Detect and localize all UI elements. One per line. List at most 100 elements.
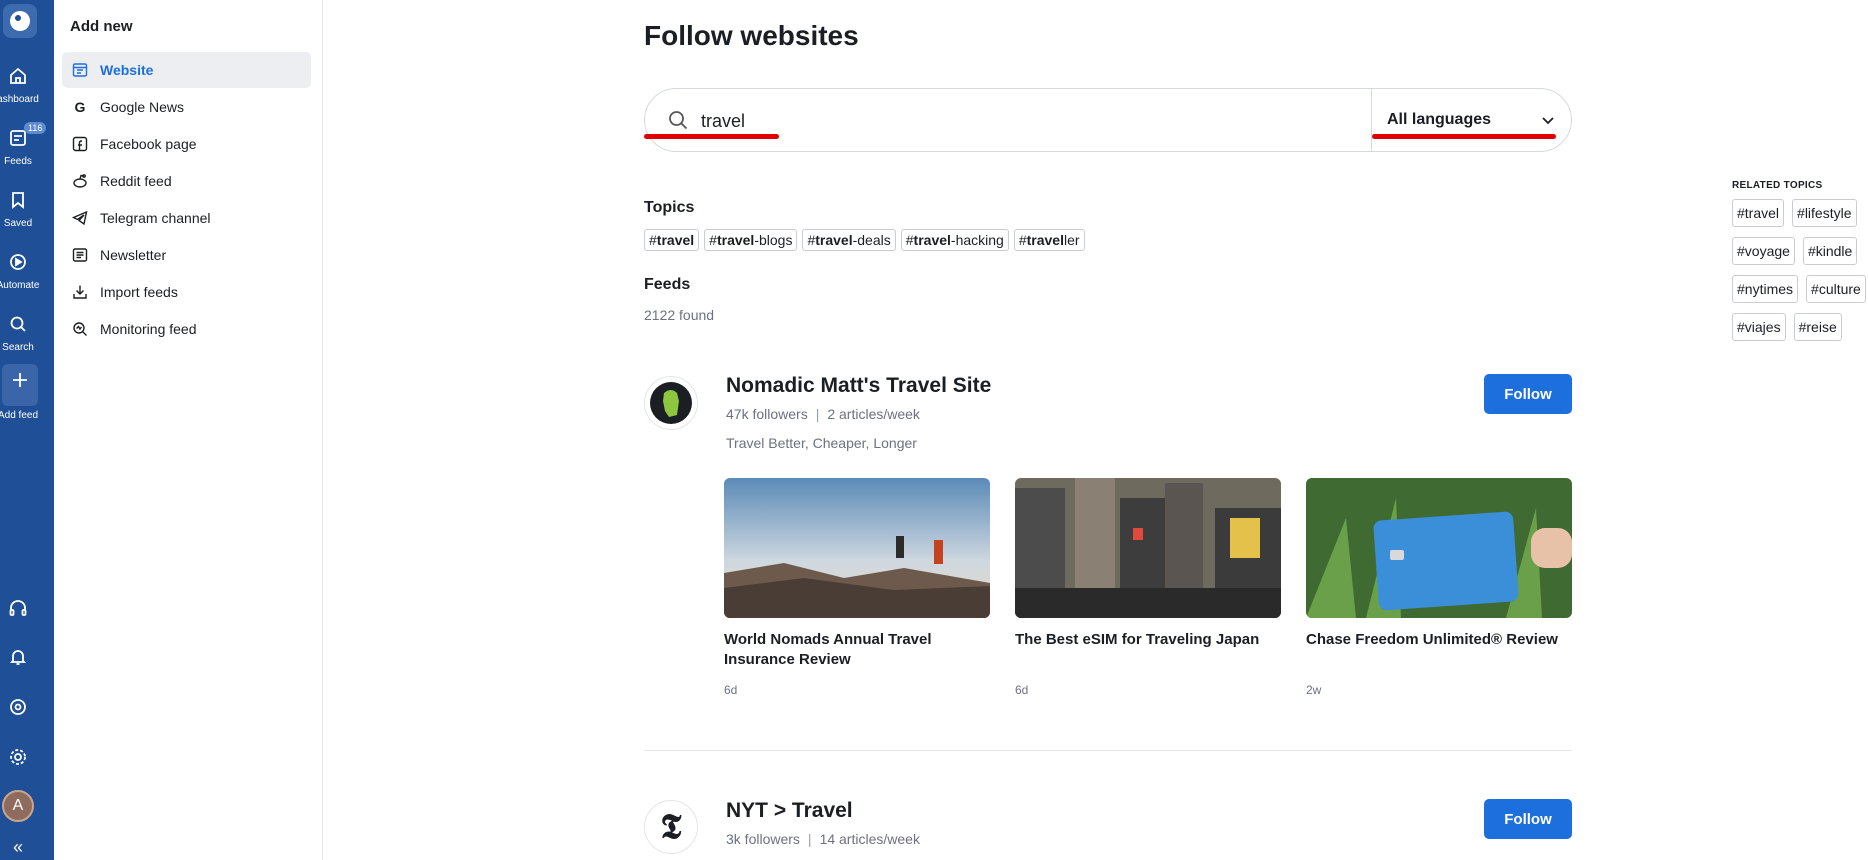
results-count: 2122 found [644,307,715,323]
plus-icon [13,373,27,387]
article-thumbnail [1015,478,1281,618]
feed-title[interactable]: NYT > Travel [726,799,853,823]
rail-item-feeds[interactable]: 116 Feeds [0,122,54,174]
feed-stats: 3k followers | 14 articles/week [726,831,920,847]
collapse-sidebar-icon[interactable]: « [0,834,36,860]
monitoring-icon [72,321,88,337]
related-topic-chip[interactable]: #voyage [1732,237,1795,265]
topic-chip[interactable]: #traveller [1013,229,1085,251]
rail-item-add-feed[interactable] [2,364,38,406]
rail-label-add-feed: Add feed [0,410,39,421]
related-topic-chip[interactable]: #culture [1806,275,1866,303]
rail-label: ashboard [0,94,39,105]
facebook-icon [72,136,88,152]
bookmark-icon [12,192,24,209]
annotation-underline-language [1372,134,1556,139]
topics-list: #travel #travel-blogs #travel-deals #tra… [644,229,1085,251]
article-thumbnail [1306,478,1572,618]
headphones-icon[interactable] [8,598,28,618]
follow-button[interactable]: Follow [1484,374,1572,414]
feed-avatar[interactable]: 𝕿 [644,800,698,854]
feeds-count-badge: 116 [24,122,47,134]
related-topic-chip[interactable]: #reise [1793,313,1842,341]
menu-item-newsletter[interactable]: Newsletter [62,237,311,273]
menu-item-google-news[interactable]: G Google News [62,89,311,125]
article-age: 6d [1015,683,1029,697]
article-age: 6d [724,683,738,697]
menu-item-label: Facebook page [100,136,197,152]
related-topics: RELATED TOPICS #travel #lifestyle #voyag… [1732,180,1868,341]
chevron-down-icon [1542,117,1554,125]
topic-chip[interactable]: #travel-hacking [900,229,1009,251]
rail-item-automate[interactable]: Automate [0,246,54,298]
related-topic-chip[interactable]: #lifestyle [1792,199,1857,227]
article-title: Chase Freedom Unlimited® Review [1306,631,1558,648]
help-circle-icon[interactable] [8,697,28,717]
feed-title[interactable]: Nomadic Matt's Travel Site [726,374,991,398]
menu-item-label: Google News [100,99,185,115]
related-topic-chip[interactable]: #nytimes [1732,275,1799,303]
feed-avatar[interactable] [644,376,698,430]
language-select[interactable]: All languages [1371,89,1573,151]
nyt-logo-icon: 𝕿 [660,807,682,847]
topics-heading: Topics [644,199,695,216]
language-select-value: All languages [1387,111,1492,128]
bell-icon[interactable] [8,647,28,667]
home-icon [10,67,26,84]
user-avatar[interactable]: A [2,790,34,822]
rail-label: Feeds [4,156,32,167]
newsletter-icon [72,247,88,263]
related-topic-chip[interactable]: #viajes [1732,313,1786,341]
article-card[interactable]: The Best eSIM for Traveling Japan [1015,478,1281,650]
article-title: World Nomads Annual Travel Insurance Rev… [724,631,932,668]
related-topic-chip[interactable]: #travel [1732,199,1785,227]
article-card[interactable]: World Nomads Annual Travel Insurance Rev… [724,478,990,670]
left-rail: ashboard 116 Feeds Saved Automate Search… [0,0,54,860]
topic-chip[interactable]: #travel-blogs [704,229,798,251]
menu-item-label: Import feeds [100,284,178,300]
gear-icon[interactable] [8,747,28,767]
nomadic-matt-logo-icon [650,382,692,424]
rail-label: Saved [3,218,33,229]
menu-item-label: Monitoring feed [100,321,197,337]
topic-chip[interactable]: #travel-deals [802,229,896,251]
search-icon [10,316,26,332]
rail-label: Automate [0,280,40,291]
menu-item-website[interactable]: Website [62,52,311,88]
feeds-heading: Feeds [644,276,691,293]
feed-stats: 47k followers | 2 articles/week [726,406,920,422]
follow-button[interactable]: Follow [1484,799,1572,839]
add-new-panel: Add new Website G Google News Facebook p… [54,0,323,860]
search-input[interactable] [701,107,1301,135]
feed-divider [644,750,1572,751]
menu-item-import-feeds[interactable]: Import feeds [62,274,311,310]
related-topics-list: #travel #lifestyle #voyage #kindle #nyti… [1732,199,1868,341]
menu-item-monitoring-feed[interactable]: Monitoring feed [62,311,311,347]
article-title: The Best eSIM for Traveling Japan [1015,631,1260,648]
search-icon [669,111,688,130]
article-thumbnail [724,478,990,618]
related-topic-chip[interactable]: #kindle [1802,237,1858,265]
annotation-underline-search [644,134,779,139]
menu-item-label: Newsletter [100,247,167,263]
menu-item-telegram-channel[interactable]: Telegram channel [62,200,311,236]
app-logo-icon[interactable] [3,4,37,38]
rail-label: Search [2,342,34,353]
rail-item-saved[interactable]: Saved [0,184,54,236]
panel-title: Add new [70,18,133,35]
page-title: Follow websites [644,20,859,51]
feed-description: Travel Better, Cheaper, Longer [726,435,917,451]
rail-item-search[interactable]: Search [0,308,54,360]
reddit-icon [72,173,88,189]
website-icon [72,62,88,78]
article-age: 2w [1306,683,1322,697]
article-card[interactable]: Chase Freedom Unlimited® Review [1306,478,1572,650]
topic-chip[interactable]: #travel [644,229,700,251]
menu-item-label: Telegram channel [100,210,211,226]
menu-item-reddit-feed[interactable]: Reddit feed [62,163,311,199]
menu-item-label: Website [100,62,154,78]
telegram-icon [72,210,88,226]
related-topics-title: RELATED TOPICS [1732,180,1823,191]
menu-item-facebook-page[interactable]: Facebook page [62,126,311,162]
rail-item-dashboard[interactable]: ashboard [0,60,54,112]
